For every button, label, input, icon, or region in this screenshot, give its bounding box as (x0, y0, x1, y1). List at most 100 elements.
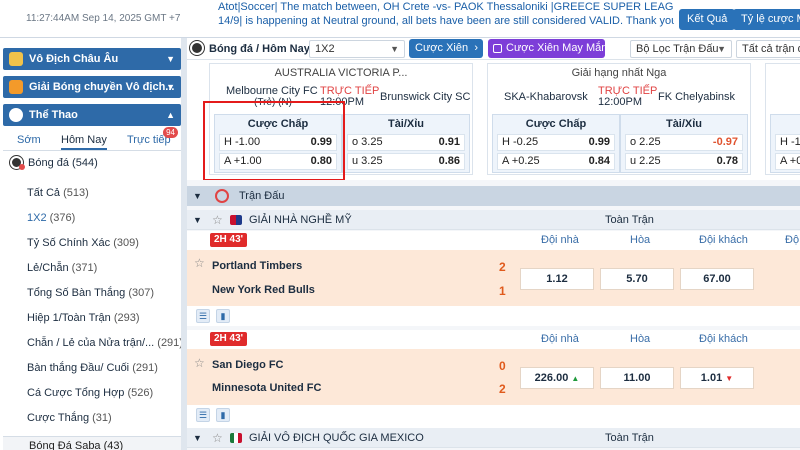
odds-price: 0.99 (588, 136, 610, 148)
market-count: (513) (63, 187, 89, 199)
match-list: ▼ Trận Đấu ▼ ☆ GIẢI NHÀ NGHỀ MỸ Toàn Trậ… (187, 180, 800, 450)
sport-saba-soccer[interactable]: Bóng Đá Saba (43) (3, 436, 181, 450)
market-item[interactable]: 1X2 (376) (27, 212, 75, 224)
card-league: Giải hạng nhất Nga (571, 67, 667, 79)
lucky-parlay-button[interactable]: Cược Xiên May Mắn (488, 39, 608, 58)
odds-line: o 3.25 (352, 136, 383, 148)
col-away: Đội khách (699, 333, 748, 345)
chart-bar-icon[interactable]: ▮ (216, 309, 230, 323)
home-score: 0 (499, 359, 506, 373)
sidebar-section-volleyball[interactable]: Giải Bóng chuyền Vô địch... ▼ (3, 76, 181, 98)
odds-button[interactable]: Tỷ lệ cược Ma (733, 9, 800, 30)
odds-draw[interactable]: 11.00 (600, 367, 674, 389)
star-icon[interactable]: ☆ (194, 256, 205, 270)
odds-cell[interactable]: u 3.25 0.86 (347, 153, 465, 170)
odds-home[interactable]: 1.12 (520, 268, 594, 290)
main-content: Bóng đá / Hôm Nay 1X2 ▼ Cược Xiên › Cược… (187, 38, 800, 450)
sidebar-section-sports[interactable]: Thể Thao ▲ (3, 104, 181, 126)
section-label: Thể Thao (29, 109, 78, 121)
market-label: Lẻ/Chẵn (27, 262, 69, 274)
market-count: (291) (157, 337, 181, 349)
tab-hom-nay[interactable]: Hôm Nay (61, 134, 107, 150)
odds-cell[interactable]: A +0. (775, 153, 800, 170)
market-item[interactable]: Lẻ/Chẵn (371) (27, 262, 97, 274)
market-item[interactable]: Bàn thắng Đầu/ Cuối (291) (27, 362, 158, 374)
odds-cell[interactable]: o 2.25 -0.97 (625, 134, 743, 151)
market-count: (293) (113, 312, 140, 324)
all-matches-value: Tất cả trận đ (742, 43, 800, 55)
league-row[interactable]: ▼ ☆ GIẢI VÔ ĐỊCH QUỐC GIA MEXICO Toàn Tr… (187, 428, 800, 448)
parlay-icon (493, 44, 502, 53)
tab-som[interactable]: Sớm (17, 134, 41, 146)
match-tools: ☰ ▮ (187, 405, 800, 428)
market-select[interactable]: 1X2 ▼ (309, 40, 405, 58)
sidebar-section-euro[interactable]: Vô Địch Châu Âu ▼ (3, 48, 181, 70)
market-item[interactable]: Tỷ Số Chính Xác (309) (27, 237, 139, 249)
card-home-team: SKA-Khabarovsk (504, 91, 588, 103)
match-filter-select[interactable]: Bộ Lọc Trận Đấu ▼ (630, 40, 732, 58)
away-team: Minnesota United FC (212, 382, 322, 394)
star-icon[interactable]: ☆ (212, 428, 223, 448)
star-icon[interactable]: ☆ (194, 356, 205, 370)
market-count: (371) (71, 262, 98, 274)
odds-line: H -1 (780, 136, 800, 148)
odds-cell[interactable]: u 2.25 0.78 (625, 153, 743, 170)
results-button[interactable]: Kết Quả (679, 9, 736, 30)
odds-down-icon: ▼ (725, 374, 734, 383)
parlay-button[interactable]: Cược Xiên › (409, 39, 483, 58)
lucky-parlay-label: Cược Xiên May Mắn (506, 42, 608, 54)
odds-cell[interactable]: A +0.25 0.84 (497, 153, 615, 170)
market-label: Chẵn / Lẻ của Nửa trận/... (27, 337, 155, 349)
featured-card[interactable]: H -1 A +0. (765, 63, 800, 175)
odds-cell[interactable]: H -1 (775, 134, 800, 151)
away-score: 2 (499, 382, 506, 396)
away-team: New York Red Bulls (212, 284, 315, 296)
odds-line: u 2.25 (630, 155, 661, 167)
odds-away[interactable]: 1.01 ▼ (680, 367, 754, 389)
market-count: (526) (127, 387, 154, 399)
chevron-down-icon: ▼ (390, 44, 399, 54)
market-item[interactable]: Hiệp 1/Toàn Trận (293) (27, 312, 140, 324)
market-item[interactable]: Cá Cược Tổng Hợp (526) (27, 387, 153, 399)
chart-bar-icon[interactable]: ▮ (216, 408, 230, 422)
all-matches-select[interactable]: Tất cả trận đ (736, 40, 800, 58)
market-item[interactable]: Tất Cả (513) (27, 187, 89, 199)
odds-home[interactable]: 226.00 ▲ (520, 367, 594, 389)
over-under-block: Tài/Xỉu o 2.25 -0.97 u 2.25 0.78 (620, 114, 748, 173)
league-row[interactable]: ▼ ☆ GIẢI NHÀ NGHỀ MỸ Toàn Trận (187, 210, 800, 230)
odds-cell[interactable]: o 3.25 0.91 (347, 134, 465, 151)
stats-table-icon[interactable]: ☰ (196, 408, 210, 422)
market-item[interactable]: Tổng Số Bàn Thắng (307) (27, 287, 154, 299)
match-row[interactable]: ☆ Portland Timbers 2 New York Red Bulls … (187, 250, 800, 306)
match-row[interactable]: ☆ San Diego FC 0 Minnesota United FC 2 2… (187, 349, 800, 405)
odds-cell[interactable]: H -0.25 0.99 (497, 134, 615, 151)
star-icon[interactable]: ☆ (212, 210, 223, 230)
odds-line: A +0.25 (502, 155, 540, 167)
market-item[interactable]: Cược Thắng (31) (27, 412, 112, 424)
trophy-icon (9, 52, 23, 66)
odds-draw[interactable]: 5.70 (600, 268, 674, 290)
section-label: Vô Địch Châu Âu (29, 53, 119, 65)
league-flag-icon (230, 433, 242, 443)
market-item[interactable]: Chẵn / Lẻ của Nửa trận/... (291) (27, 337, 181, 349)
chevron-right-icon: › (474, 42, 478, 54)
sport-label: Bóng đá (28, 157, 69, 169)
handicap-block: Cược Chấp H -0.25 0.99 A +0.25 0.84 (492, 114, 620, 173)
card-away-team: FK Chelyabinsk (658, 91, 736, 103)
over-under-block: Tài/Xỉu o 3.25 0.91 u 3.25 0.86 (342, 114, 470, 173)
odds-away[interactable]: 67.00 (680, 268, 754, 290)
stats-table-icon[interactable]: ☰ (196, 309, 210, 323)
news-ticker[interactable]: Atot|Soccer| The match between, OH Crete… (218, 0, 674, 38)
volleyball-icon (9, 80, 23, 94)
sport-count: (43) (103, 440, 124, 450)
odds-price: 0.91 (438, 136, 460, 148)
market-label: Bàn thắng Đầu/ Cuối (27, 362, 130, 374)
featured-card[interactable]: Giải hạng nhất Nga SKA-Khabarovsk TRỰC T… (487, 63, 751, 175)
market-count: (309) (113, 237, 139, 249)
list-header[interactable]: ▼ Trận Đấu (187, 186, 800, 206)
live-time-badge: 2H 43' (210, 332, 248, 346)
live-count-badge: 94 (163, 127, 178, 138)
home-team: San Diego FC (212, 359, 284, 371)
sidebar: Vô Địch Châu Âu ▼ Giải Bóng chuyền Vô đị… (0, 38, 181, 450)
sport-soccer[interactable]: Bóng đá (544) (10, 156, 98, 170)
